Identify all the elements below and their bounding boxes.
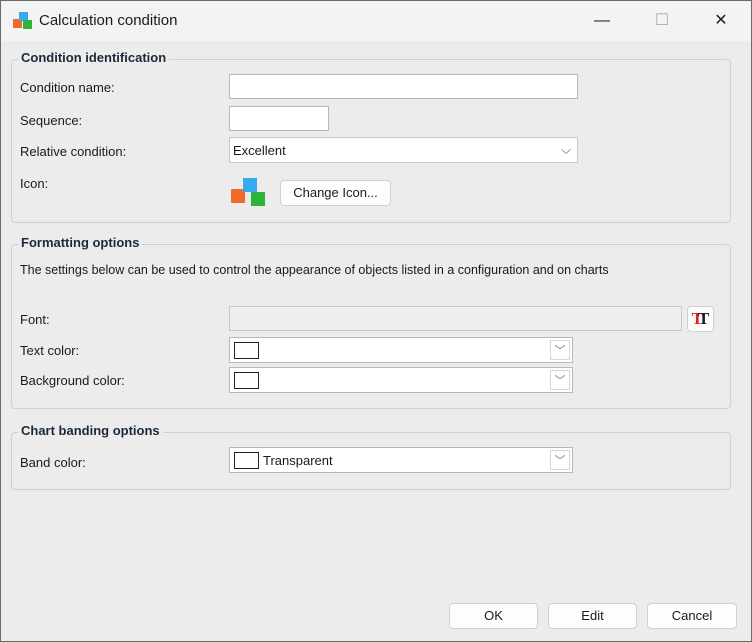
sequence-label: Sequence: xyxy=(20,113,83,128)
text-color-select[interactable]: ﹀ xyxy=(229,337,573,363)
background-color-label: Background color: xyxy=(20,373,125,388)
group-title: Formatting options xyxy=(18,235,143,250)
cancel-button[interactable]: Cancel xyxy=(647,603,737,629)
calculation-condition-dialog: Calculation condition — ☐ ✕ Condition id… xyxy=(0,0,752,642)
font-picker-button[interactable]: TT xyxy=(687,306,714,332)
app-cubes-icon xyxy=(13,12,32,29)
color-swatch xyxy=(234,452,259,469)
band-color-label: Band color: xyxy=(20,455,86,470)
relative-condition-value: Excellent xyxy=(233,143,286,158)
background-color-select[interactable]: ﹀ xyxy=(229,367,573,393)
group-title: Condition identification xyxy=(18,50,170,65)
band-color-select[interactable]: Transparent ﹀ xyxy=(229,447,573,473)
sequence-input[interactable] xyxy=(229,106,329,131)
font-field xyxy=(229,306,682,331)
relative-condition-select[interactable]: Excellent ⌵ xyxy=(229,137,578,163)
chevron-down-icon: ﹀ xyxy=(550,370,570,390)
condition-cubes-icon xyxy=(231,178,265,206)
formatting-description: The settings below can be used to contro… xyxy=(20,263,609,277)
window-title: Calculation condition xyxy=(39,12,178,29)
chevron-down-icon: ⌵ xyxy=(561,142,571,157)
font-label: Font: xyxy=(20,312,50,327)
change-icon-button[interactable]: Change Icon... xyxy=(280,180,391,206)
icon-label: Icon: xyxy=(20,176,49,191)
title-bar: Calculation condition — ☐ ✕ xyxy=(1,1,751,41)
ok-button[interactable]: OK xyxy=(449,603,538,629)
chevron-down-icon: ﹀ xyxy=(550,450,570,470)
color-swatch xyxy=(234,372,259,389)
relative-condition-label: Relative condition: xyxy=(20,144,127,159)
band-color-value: Transparent xyxy=(263,453,333,468)
condition-name-input[interactable] xyxy=(229,74,578,99)
maximize-button[interactable]: ☐ xyxy=(647,9,677,33)
font-tt-icon: TT xyxy=(691,309,710,328)
text-color-label: Text color: xyxy=(20,343,80,358)
condition-name-label: Condition name: xyxy=(20,80,115,95)
color-swatch xyxy=(234,342,259,359)
minimize-button[interactable]: — xyxy=(587,9,617,33)
close-button[interactable]: ✕ xyxy=(706,9,736,33)
chevron-down-icon: ﹀ xyxy=(550,340,570,360)
edit-button[interactable]: Edit xyxy=(548,603,637,629)
group-title: Chart banding options xyxy=(18,423,163,438)
